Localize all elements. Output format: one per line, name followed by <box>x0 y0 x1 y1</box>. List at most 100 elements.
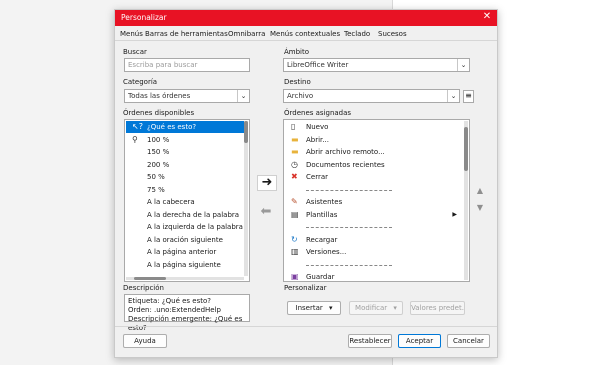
scrollbar-thumb[interactable] <box>464 127 468 171</box>
available-command-item-label: 50 % <box>147 173 165 181</box>
assigned-command-item-label: Plantillas <box>306 210 338 219</box>
modify-button[interactable]: Modificar ▾ <box>349 301 403 315</box>
available-command-item[interactable]: ↖? ¿Qué es esto? <box>126 121 244 133</box>
defaults-button[interactable]: Valores predet. <box>410 301 465 315</box>
move-up-button[interactable]: ▲ <box>475 186 485 196</box>
assigned-command-item[interactable]: ▥ Versiones... <box>285 246 463 258</box>
assigned-command-item[interactable]: ▯ Nuevo <box>285 121 463 133</box>
submenu-arrow-icon: ▶ <box>452 210 457 218</box>
available-command-item[interactable]: A la cabecera <box>126 196 244 208</box>
assigned-command-item[interactable]: ▬ Abrir... <box>285 134 463 146</box>
cancel-button[interactable]: Cancelar <box>447 334 490 348</box>
target-value: Archivo <box>287 92 314 100</box>
reset-button[interactable]: Restablecer <box>348 334 392 348</box>
arrow-left-icon: ⬅ <box>260 204 272 219</box>
help-button[interactable]: Ayuda <box>123 334 167 348</box>
available-command-item[interactable]: A la izquierda de la palabra <box>126 221 244 233</box>
search-input[interactable]: Escriba para buscar <box>124 58 250 72</box>
description-label: Descripción <box>123 284 164 292</box>
category-select[interactable]: Todas las órdenes ⌄ <box>124 89 250 103</box>
menu-separator <box>306 264 392 267</box>
available-command-item-label: 100 % <box>147 135 170 144</box>
description-line-command: Orden: .uno:ExtendedHelp <box>128 306 221 314</box>
versions-icon: ▥ <box>291 247 299 256</box>
available-command-item-label: A la oración siguiente <box>147 235 223 244</box>
assigned-command-item[interactable]: ▤ Plantillas ▶ <box>285 209 463 221</box>
customize-dialog: Personalizar ✕ Menús Barras de herramien… <box>114 9 498 358</box>
available-command-item[interactable]: 200 % <box>126 159 244 171</box>
available-command-item[interactable]: 150 % <box>126 146 244 158</box>
close-document-icon: ✖ <box>291 172 298 181</box>
footer-divider <box>115 326 497 327</box>
available-horizontal-scrollbar[interactable] <box>126 277 244 280</box>
available-vertical-scrollbar[interactable] <box>244 121 248 276</box>
description-line-tooltip: Descripción emergente: ¿Qué es esto? <box>128 315 243 332</box>
category-label: Categoría <box>123 78 158 86</box>
available-command-item-label: 200 % <box>147 160 170 169</box>
search-label: Buscar <box>123 48 147 56</box>
accept-button[interactable]: Aceptar <box>398 334 441 348</box>
category-value: Todas las órdenes <box>128 92 191 100</box>
available-command-item[interactable]: A la oración siguiente <box>126 234 244 246</box>
dropdown-icon: ▾ <box>328 304 333 312</box>
assigned-command-item-label: Documentos recientes <box>306 160 385 169</box>
folder-icon: ▬ <box>291 134 299 144</box>
available-command-item-label: A la derecha de la palabra <box>147 210 240 219</box>
close-icon[interactable]: ✕ <box>481 11 493 23</box>
arrow-down-icon: ▼ <box>476 203 484 212</box>
add-command-button[interactable]: ➜ <box>257 175 277 191</box>
assigned-command-item-label: Cerrar <box>306 173 328 181</box>
scrollbar-thumb[interactable] <box>244 121 248 143</box>
assigned-command-item-label: Recargar <box>306 235 338 244</box>
available-command-item-label: A la página siguiente <box>147 260 221 269</box>
available-command-item-label: ¿Qué es esto? <box>147 123 197 131</box>
available-command-item-label: A la página anterior <box>147 248 217 256</box>
move-down-button[interactable]: ▼ <box>475 203 485 213</box>
assigned-command-item[interactable]: ✎ Asistentes <box>285 196 463 208</box>
template-icon: ▤ <box>291 209 299 219</box>
remove-command-button[interactable]: ⬅ <box>257 205 275 219</box>
assigned-command-item[interactable]: ✖ Cerrar <box>285 171 463 183</box>
tab-keyboard[interactable]: Teclado <box>344 30 370 38</box>
menu-options-button[interactable]: ≡ <box>463 90 474 103</box>
assigned-command-item[interactable]: ↻ Recargar <box>285 234 463 246</box>
dropdown-icon: ▾ <box>393 304 397 312</box>
available-command-item-label: A la cabecera <box>147 198 195 206</box>
scope-select[interactable]: LibreOffice Writer ⌄ <box>283 58 470 72</box>
hamburger-icon: ≡ <box>465 91 472 100</box>
assigned-command-item[interactable]: ▣ Guardar <box>285 271 463 281</box>
target-select[interactable]: Archivo ⌄ <box>283 89 460 103</box>
arrow-right-icon: ➜ <box>261 175 273 190</box>
assigned-vertical-scrollbar[interactable] <box>464 121 468 280</box>
description-line-label: Etiqueta: ¿Qué es esto? <box>128 297 211 305</box>
tab-menus[interactable]: Menús <box>120 30 143 38</box>
available-command-item[interactable]: 50 % <box>126 171 244 183</box>
folder-icon: ▬ <box>291 147 299 156</box>
scrollbar-thumb[interactable] <box>134 277 166 280</box>
available-commands-list[interactable]: ↖? ¿Qué es esto? ⚲ 100 % 150 % 200 % 50 % 75 % A… <box>124 119 250 282</box>
assigned-command-item[interactable]: ◷ Documentos recientes <box>285 159 463 171</box>
target-label: Destino <box>284 78 311 86</box>
available-command-item[interactable]: A la página siguiente <box>126 259 244 271</box>
assigned-command-item-label: Guardar <box>306 273 335 281</box>
available-command-item[interactable]: ⚲ 100 % <box>126 134 244 146</box>
assigned-command-item-label: Versiones... <box>306 248 347 256</box>
chevron-down-icon: ⌄ <box>237 90 249 102</box>
assigned-command-item[interactable]: ▬ Abrir archivo remoto... <box>285 146 463 158</box>
available-command-item[interactable]: 75 % <box>126 184 244 196</box>
assigned-command-item-label: Abrir archivo remoto... <box>306 148 385 156</box>
insert-button[interactable]: Insertar ▾ <box>287 301 341 315</box>
tab-notebookbar[interactable]: Omnibarra <box>228 30 265 38</box>
reload-icon: ↻ <box>291 234 298 244</box>
available-command-item[interactable]: A la derecha de la palabra <box>126 209 244 221</box>
tab-toolbars[interactable]: Barras de herramientas <box>145 30 228 38</box>
assigned-commands-list[interactable]: ▯ Nuevo ▬ Abrir... ▬ Abrir archivo remoto... ◷… <box>283 119 470 282</box>
chevron-down-icon: ⌄ <box>457 59 469 71</box>
description-box: Etiqueta: ¿Qué es esto? Orden: .uno:Exte… <box>124 294 250 332</box>
available-command-item-label: A la izquierda de la palabra <box>147 223 243 231</box>
available-command-item[interactable]: A la página anterior <box>126 246 244 258</box>
tab-context-menus[interactable]: Menús contextuales <box>270 30 340 38</box>
modify-label: Modificar <box>355 304 388 312</box>
tab-events[interactable]: Sucesos <box>378 30 407 38</box>
assigned-command-item-label: Asistentes <box>306 198 343 206</box>
